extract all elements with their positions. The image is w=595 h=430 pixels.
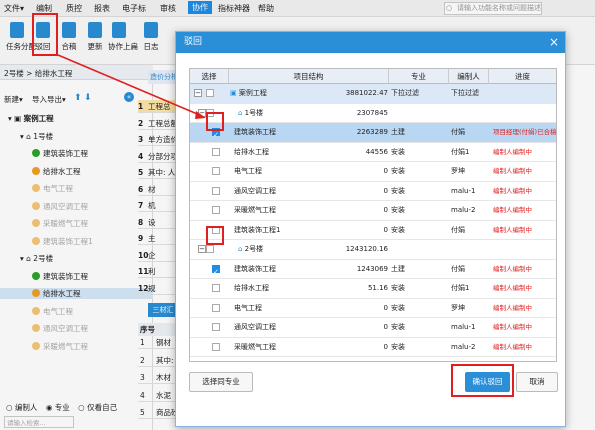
pointer-arrow <box>57 54 206 119</box>
